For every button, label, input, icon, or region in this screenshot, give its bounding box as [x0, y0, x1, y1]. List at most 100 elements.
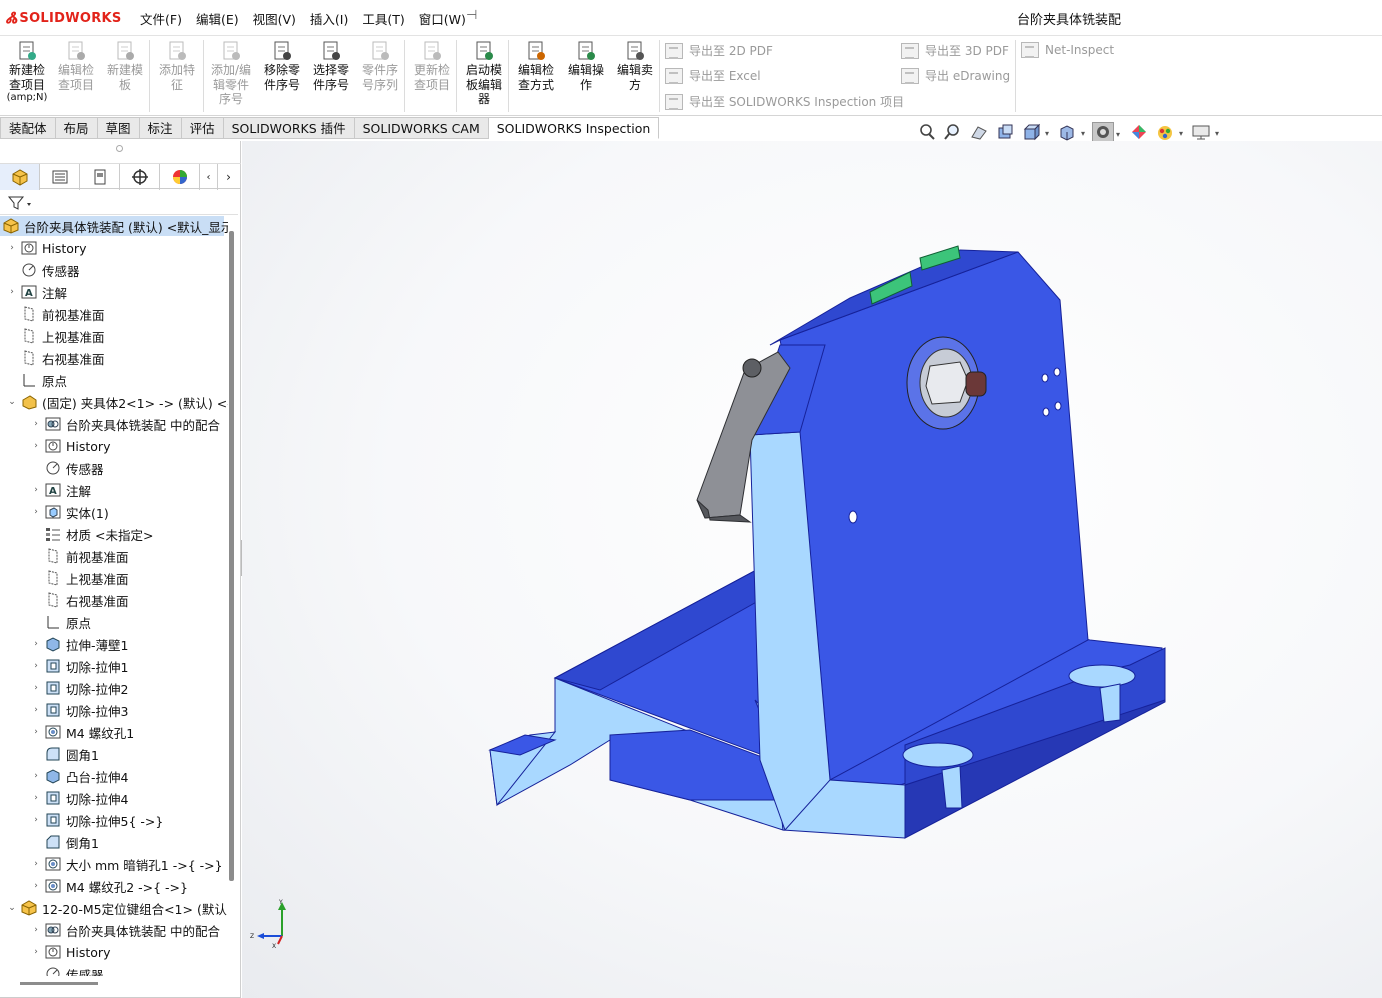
tree-item[interactable]: › A 注解 — [0, 480, 91, 500]
display-style-icon[interactable]: ▾ — [1092, 122, 1120, 142]
tree-item[interactable]: 材质 <未指定> — [0, 524, 153, 544]
edit-inspection-method-button[interactable]: 编辑检 查方式 — [512, 40, 560, 91]
tree-item[interactable]: 右视基准面 — [0, 590, 129, 610]
expand-arrow-icon[interactable]: › — [30, 793, 42, 803]
tree-vertical-scrollbar[interactable] — [229, 231, 234, 881]
edit-inspection-project-button[interactable]: 编辑检 查项目 — [52, 40, 100, 91]
tree-item[interactable]: › History — [0, 238, 86, 258]
menu-window[interactable]: 窗口(W) — [419, 9, 466, 28]
menu-view[interactable]: 视图(V) — [253, 9, 296, 28]
expand-arrow-icon[interactable]: › — [30, 859, 42, 869]
update-inspection-project-button[interactable]: 更新检 查项目 — [408, 40, 456, 91]
tree-item[interactable]: 原点 — [0, 370, 67, 390]
tree-item[interactable]: › 台阶夹具体铣装配 中的配合 — [0, 920, 220, 940]
edit-appearance-icon[interactable] — [1128, 122, 1150, 142]
export-edrawing-button[interactable]: 导出 eDrawing — [901, 67, 1010, 84]
expand-arrow-icon[interactable]: ⌄ — [6, 397, 18, 407]
add-edit-balloon-button[interactable]: 添加/编 辑零件 序号 — [207, 40, 255, 106]
tree-item[interactable]: › History — [0, 942, 110, 962]
panel-grip-handle[interactable] — [116, 145, 123, 152]
previous-view-icon[interactable] — [968, 122, 990, 142]
tree-item[interactable]: › 台阶夹具体铣装配 中的配合 — [0, 414, 220, 434]
property-manager-tab-icon[interactable] — [40, 164, 80, 190]
balloon-sequence-button[interactable]: 零件序 号序列 — [356, 40, 404, 91]
solidworks-logo[interactable]: Ꮬ SOLIDWORKS — [6, 8, 122, 28]
tab-solidworks-cam[interactable]: SOLIDWORKS CAM — [354, 117, 489, 139]
expand-arrow-icon[interactable]: › — [30, 485, 42, 495]
zoom-to-area-icon[interactable] — [942, 122, 964, 142]
expand-arrow-icon[interactable]: › — [30, 947, 42, 957]
tree-item[interactable]: › 实体(1) — [0, 502, 109, 522]
expand-arrow-icon[interactable]: › — [30, 925, 42, 935]
menu-insert[interactable]: 插入(I) — [310, 9, 348, 28]
feature-manager-tab-icon[interactable] — [0, 164, 40, 190]
assembly-model[interactable] — [242, 141, 1382, 998]
expand-arrow-icon[interactable]: › — [30, 705, 42, 715]
launch-template-editor-button[interactable]: 启动模 板编辑器 — [460, 40, 508, 106]
export-excel-button[interactable]: 导出至 Excel — [665, 67, 761, 84]
expand-arrow-icon[interactable]: › — [6, 243, 18, 253]
expand-arrow-icon[interactable]: › — [6, 287, 18, 297]
tree-item[interactable]: 右视基准面 — [0, 348, 105, 368]
edit-vendor-button[interactable]: 编辑卖方 — [611, 40, 659, 91]
tabs-scroll-right-icon[interactable]: › — [218, 164, 239, 190]
tab-sketch[interactable]: 草图 — [97, 117, 140, 139]
tree-item[interactable]: › M4 螺纹孔2 ->{ ->} — [0, 876, 188, 896]
new-inspection-project-button[interactable]: 新建检 查项目 (amp;N) — [3, 40, 51, 103]
export-3d-pdf-button[interactable]: 导出至 3D PDF — [901, 42, 1009, 59]
tree-item[interactable]: ⌄ 12-20-M5定位键组合<1> (默认 — [0, 898, 227, 918]
tree-horizontal-scrollbar[interactable] — [20, 982, 98, 985]
tree-item[interactable]: 圆角1 — [0, 744, 99, 764]
tab-solidworks-addins[interactable]: SOLIDWORKS 插件 — [223, 117, 355, 139]
graphics-area[interactable] — [242, 141, 1382, 998]
tree-item[interactable]: › 切除-拉伸1 — [0, 656, 128, 676]
display-manager-tab-icon[interactable] — [160, 164, 200, 190]
section-view-icon[interactable] — [994, 122, 1016, 142]
expand-arrow-icon[interactable]: › — [30, 815, 42, 825]
expand-arrow-icon[interactable]: › — [30, 639, 42, 649]
add-characteristic-button[interactable]: 添加特征 — [153, 40, 201, 91]
tab-assembly[interactable]: 装配体 — [0, 117, 56, 139]
tabs-scroll-left-icon[interactable]: ‹ — [200, 164, 218, 190]
menu-file[interactable]: 文件(F) — [140, 9, 182, 28]
tree-root-item[interactable]: 台阶夹具体铣装配 (默认) <默认_显示 — [0, 216, 228, 236]
view-settings-icon[interactable]: ▾ — [1190, 122, 1219, 142]
expand-arrow-icon[interactable]: › — [30, 881, 42, 891]
tab-markup[interactable]: 标注 — [139, 117, 182, 139]
tree-item[interactable]: › 大小 mm 暗销孔1 ->{ ->} — [0, 854, 223, 874]
configuration-manager-tab-icon[interactable] — [80, 164, 120, 190]
zoom-to-fit-icon[interactable] — [916, 122, 938, 142]
expand-arrow-icon[interactable]: › — [30, 771, 42, 781]
tree-item[interactable]: › 切除-拉伸3 — [0, 700, 128, 720]
menu-edit[interactable]: 编辑(E) — [196, 9, 239, 28]
tree-item[interactable]: 倒角1 — [0, 832, 99, 852]
expand-arrow-icon[interactable]: › — [30, 727, 42, 737]
expand-arrow-icon[interactable]: › — [30, 661, 42, 671]
export-2d-pdf-button[interactable]: 导出至 2D PDF — [665, 42, 773, 59]
tree-item[interactable]: ⌄ (固定) 夹具体2<1> -> (默认) <- — [0, 392, 228, 412]
tree-item[interactable]: › 拉伸-薄壁1 — [0, 634, 128, 654]
edit-operation-button[interactable]: 编辑操作 — [562, 40, 610, 91]
net-inspect-button[interactable]: Net-Inspect — [1021, 42, 1114, 58]
remove-balloon-button[interactable]: 移除零 件序号 — [258, 40, 306, 91]
tree-item[interactable]: › M4 螺纹孔1 — [0, 722, 134, 742]
dynamic-annotation-icon[interactable]: ▾ — [1020, 122, 1049, 142]
tree-item[interactable]: 前视基准面 — [0, 304, 105, 324]
expand-arrow-icon[interactable]: › — [30, 507, 42, 517]
tab-solidworks-inspection[interactable]: SOLIDWORKS Inspection — [488, 117, 660, 139]
tree-item[interactable]: 上视基准面 — [0, 568, 129, 588]
tree-item[interactable]: 前视基准面 — [0, 546, 129, 566]
tree-item[interactable]: 传感器 — [0, 964, 104, 976]
expand-arrow-icon[interactable]: › — [30, 419, 42, 429]
tree-item[interactable]: › 凸台-拉伸4 — [0, 766, 128, 786]
expand-arrow-icon[interactable]: ⌄ — [6, 903, 18, 913]
view-orientation-icon[interactable]: ▾ — [1056, 122, 1085, 142]
export-inspection-project-button[interactable]: 导出至 SOLIDWORKS Inspection 项目 — [665, 93, 904, 110]
new-template-button[interactable]: 新建模板 — [101, 40, 149, 91]
tab-layout[interactable]: 布局 — [55, 117, 98, 139]
select-balloon-button[interactable]: 选择零 件序号 — [307, 40, 355, 91]
tree-item[interactable]: 传感器 — [0, 458, 104, 478]
tree-item[interactable]: › History — [0, 436, 110, 456]
menu-tools[interactable]: 工具(T) — [362, 9, 404, 28]
tree-item[interactable]: 原点 — [0, 612, 91, 632]
